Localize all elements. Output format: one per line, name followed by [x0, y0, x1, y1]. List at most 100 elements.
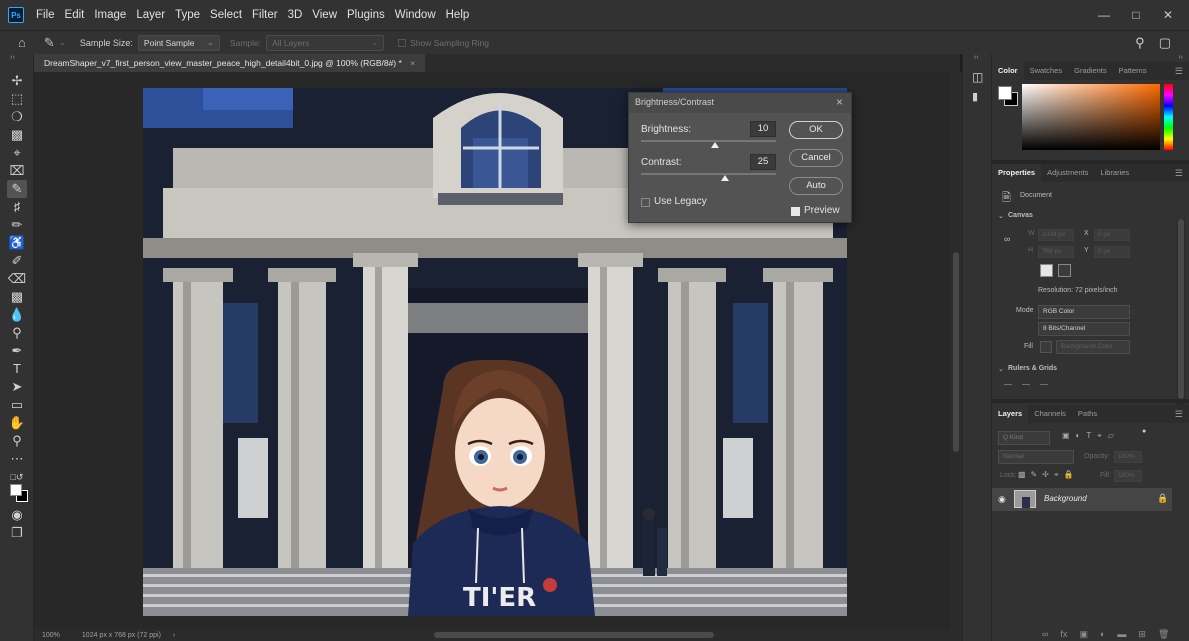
more-tools-icon[interactable]: ⋯ — [7, 450, 27, 468]
auto-button[interactable]: Auto — [789, 177, 843, 195]
brush-tool-icon[interactable]: ✏ — [7, 216, 27, 234]
menu-3d[interactable]: 3D — [283, 0, 308, 30]
clone-stamp-tool-icon[interactable]: ♿ — [7, 234, 27, 252]
new-layer-icon[interactable]: ⊞ — [1138, 629, 1146, 640]
dodge-tool-icon[interactable]: ⚲ — [7, 324, 27, 342]
tab-paths[interactable]: Paths — [1072, 405, 1103, 423]
close-button[interactable]: ✕ — [1161, 8, 1175, 22]
tab-swatches[interactable]: Swatches — [1024, 62, 1069, 80]
panel-menu-icon[interactable]: ☰ — [1175, 164, 1183, 182]
opacity-field[interactable]: 100% — [1114, 451, 1142, 463]
tab-adjustments[interactable]: Adjustments — [1041, 164, 1094, 182]
tab-color[interactable]: Color — [992, 62, 1024, 80]
bit-depth-select[interactable]: 8 Bits/Channel — [1038, 322, 1130, 336]
layer-thumbnail[interactable] — [1014, 490, 1036, 508]
frame-tool-icon[interactable]: ⌧ — [7, 162, 27, 180]
search-icon[interactable]: ⚲ — [1135, 35, 1145, 51]
x-field[interactable]: 0 px — [1094, 229, 1130, 241]
menu-image[interactable]: Image — [89, 0, 131, 30]
visibility-eye-icon[interactable]: ◉ — [998, 494, 1006, 505]
use-legacy-checkbox[interactable] — [641, 198, 650, 207]
link-icon[interactable]: ∞ — [1004, 234, 1010, 244]
menu-view[interactable]: View — [307, 0, 342, 30]
fill-opacity-field[interactable]: 100% — [1114, 470, 1142, 482]
panel-menu-icon[interactable]: ☰ — [1175, 62, 1183, 80]
canvas-vertical-scrollbar[interactable] — [950, 72, 962, 629]
chevron-down-icon[interactable]: ⌄ — [998, 365, 1004, 373]
collapse-icon[interactable]: ›› — [10, 54, 15, 61]
layer-row-background[interactable]: ◉ Background 🔒 — [992, 488, 1172, 511]
horizontal-scroll-thumb[interactable] — [434, 632, 714, 638]
collapse-icon[interactable]: ‹‹ — [974, 54, 979, 61]
tab-gradients[interactable]: Gradients — [1068, 62, 1113, 80]
zoom-tool-icon[interactable]: ⚲ — [7, 432, 27, 450]
move-tool-icon[interactable]: ✢ — [7, 72, 27, 90]
brightness-slider-thumb[interactable] — [711, 142, 720, 148]
status-chevron-icon[interactable]: › — [173, 632, 175, 639]
foreground-color-swatch[interactable] — [10, 484, 22, 496]
blur-tool-icon[interactable]: 💧 — [7, 306, 27, 324]
brightness-slider[interactable] — [641, 140, 776, 142]
rulers-icon[interactable]: ⎯⎯ — [1004, 380, 1012, 390]
menu-edit[interactable]: Edit — [60, 0, 90, 30]
marquee-tool-icon[interactable]: ⬚ — [7, 90, 27, 108]
eyedropper-tool-icon[interactable]: ✎ — [7, 180, 27, 198]
ok-button[interactable]: OK — [789, 121, 843, 139]
path-selection-tool-icon[interactable]: ➤ — [7, 378, 27, 396]
show-ring-checkbox[interactable] — [398, 38, 407, 47]
lock-icons[interactable]: ▩✎✢⌖🔒 — [1018, 470, 1078, 480]
dialog-titlebar[interactable]: Brightness/Contrast × — [629, 93, 851, 113]
comments-panel-icon[interactable]: ▮ — [972, 90, 978, 103]
minimize-button[interactable]: — — [1097, 8, 1111, 22]
hand-tool-icon[interactable]: ✋ — [7, 414, 27, 432]
menu-window[interactable]: Window — [390, 0, 441, 30]
menu-help[interactable]: Help — [441, 0, 475, 30]
quick-mask-icon[interactable]: ◉ — [7, 506, 27, 524]
chevron-down-icon[interactable]: ⌄ — [998, 212, 1004, 220]
home-icon[interactable]: ⌂ — [18, 35, 26, 50]
maximize-button[interactable]: □ — [1129, 8, 1143, 22]
y-field[interactable]: 0 px — [1094, 246, 1130, 258]
foreground-color-swatch[interactable] — [998, 86, 1012, 100]
collapse-icon[interactable]: ›› — [1178, 54, 1183, 61]
cancel-button[interactable]: Cancel — [789, 149, 843, 167]
eraser-tool-icon[interactable]: ⌫ — [7, 270, 27, 288]
height-field[interactable]: 768 px — [1038, 246, 1074, 258]
blend-mode-select[interactable]: Normal — [998, 450, 1074, 464]
filter-toggle-icon[interactable]: ● — [1142, 428, 1146, 435]
workspace-icon[interactable]: ▢ — [1159, 35, 1171, 51]
tab-layers[interactable]: Layers — [992, 405, 1029, 423]
menu-plugins[interactable]: Plugins — [342, 0, 390, 30]
contrast-slider[interactable] — [641, 173, 776, 175]
portrait-orientation-button[interactable] — [1040, 264, 1053, 277]
hue-slider[interactable] — [1164, 84, 1173, 150]
tool-preset-chevron-icon[interactable]: ⌄ — [59, 37, 66, 48]
properties-scrollbar[interactable] — [1177, 219, 1185, 414]
sample-size-select[interactable]: Point Sample ⌄ — [137, 34, 220, 51]
landscape-orientation-button[interactable] — [1058, 264, 1071, 277]
sample-select[interactable]: All Layers ⌄ — [266, 34, 385, 51]
screen-mode-icon[interactable]: ❐ — [7, 524, 27, 542]
menu-file[interactable]: File — [31, 0, 60, 30]
tab-patterns[interactable]: Patterns — [1113, 62, 1153, 80]
crop-tool-icon[interactable]: ⌖ — [7, 144, 27, 162]
menu-select[interactable]: Select — [205, 0, 247, 30]
menu-layer[interactable]: Layer — [131, 0, 170, 30]
layer-filter-icons[interactable]: ▣◐T⌖▱ — [1062, 431, 1120, 441]
rectangle-tool-icon[interactable]: ▭ — [7, 396, 27, 414]
new-group-icon[interactable]: ▬ — [1117, 629, 1126, 640]
layer-name[interactable]: Background — [1044, 494, 1087, 503]
document-tab[interactable]: DreamShaper_v7_first_person_view_master_… — [34, 54, 426, 72]
grid-icon[interactable]: ⎯⎯ — [1022, 380, 1030, 390]
eyedropper-tool-icon[interactable]: ✎ — [44, 35, 55, 51]
history-brush-tool-icon[interactable]: ✐ — [7, 252, 27, 270]
gradient-tool-icon[interactable]: ▩ — [7, 288, 27, 306]
width-field[interactable]: 1024 px — [1038, 229, 1074, 241]
object-selection-tool-icon[interactable]: ▩ — [7, 126, 27, 144]
fill-color-swatch[interactable] — [1040, 341, 1052, 353]
link-layers-icon[interactable]: ∞ — [1042, 629, 1048, 640]
delete-layer-icon[interactable]: 🗑 — [1158, 629, 1169, 640]
menu-filter[interactable]: Filter — [247, 0, 283, 30]
adjustment-layer-icon[interactable]: ◐ — [1100, 629, 1105, 640]
tab-libraries[interactable]: Libraries — [1094, 164, 1135, 182]
